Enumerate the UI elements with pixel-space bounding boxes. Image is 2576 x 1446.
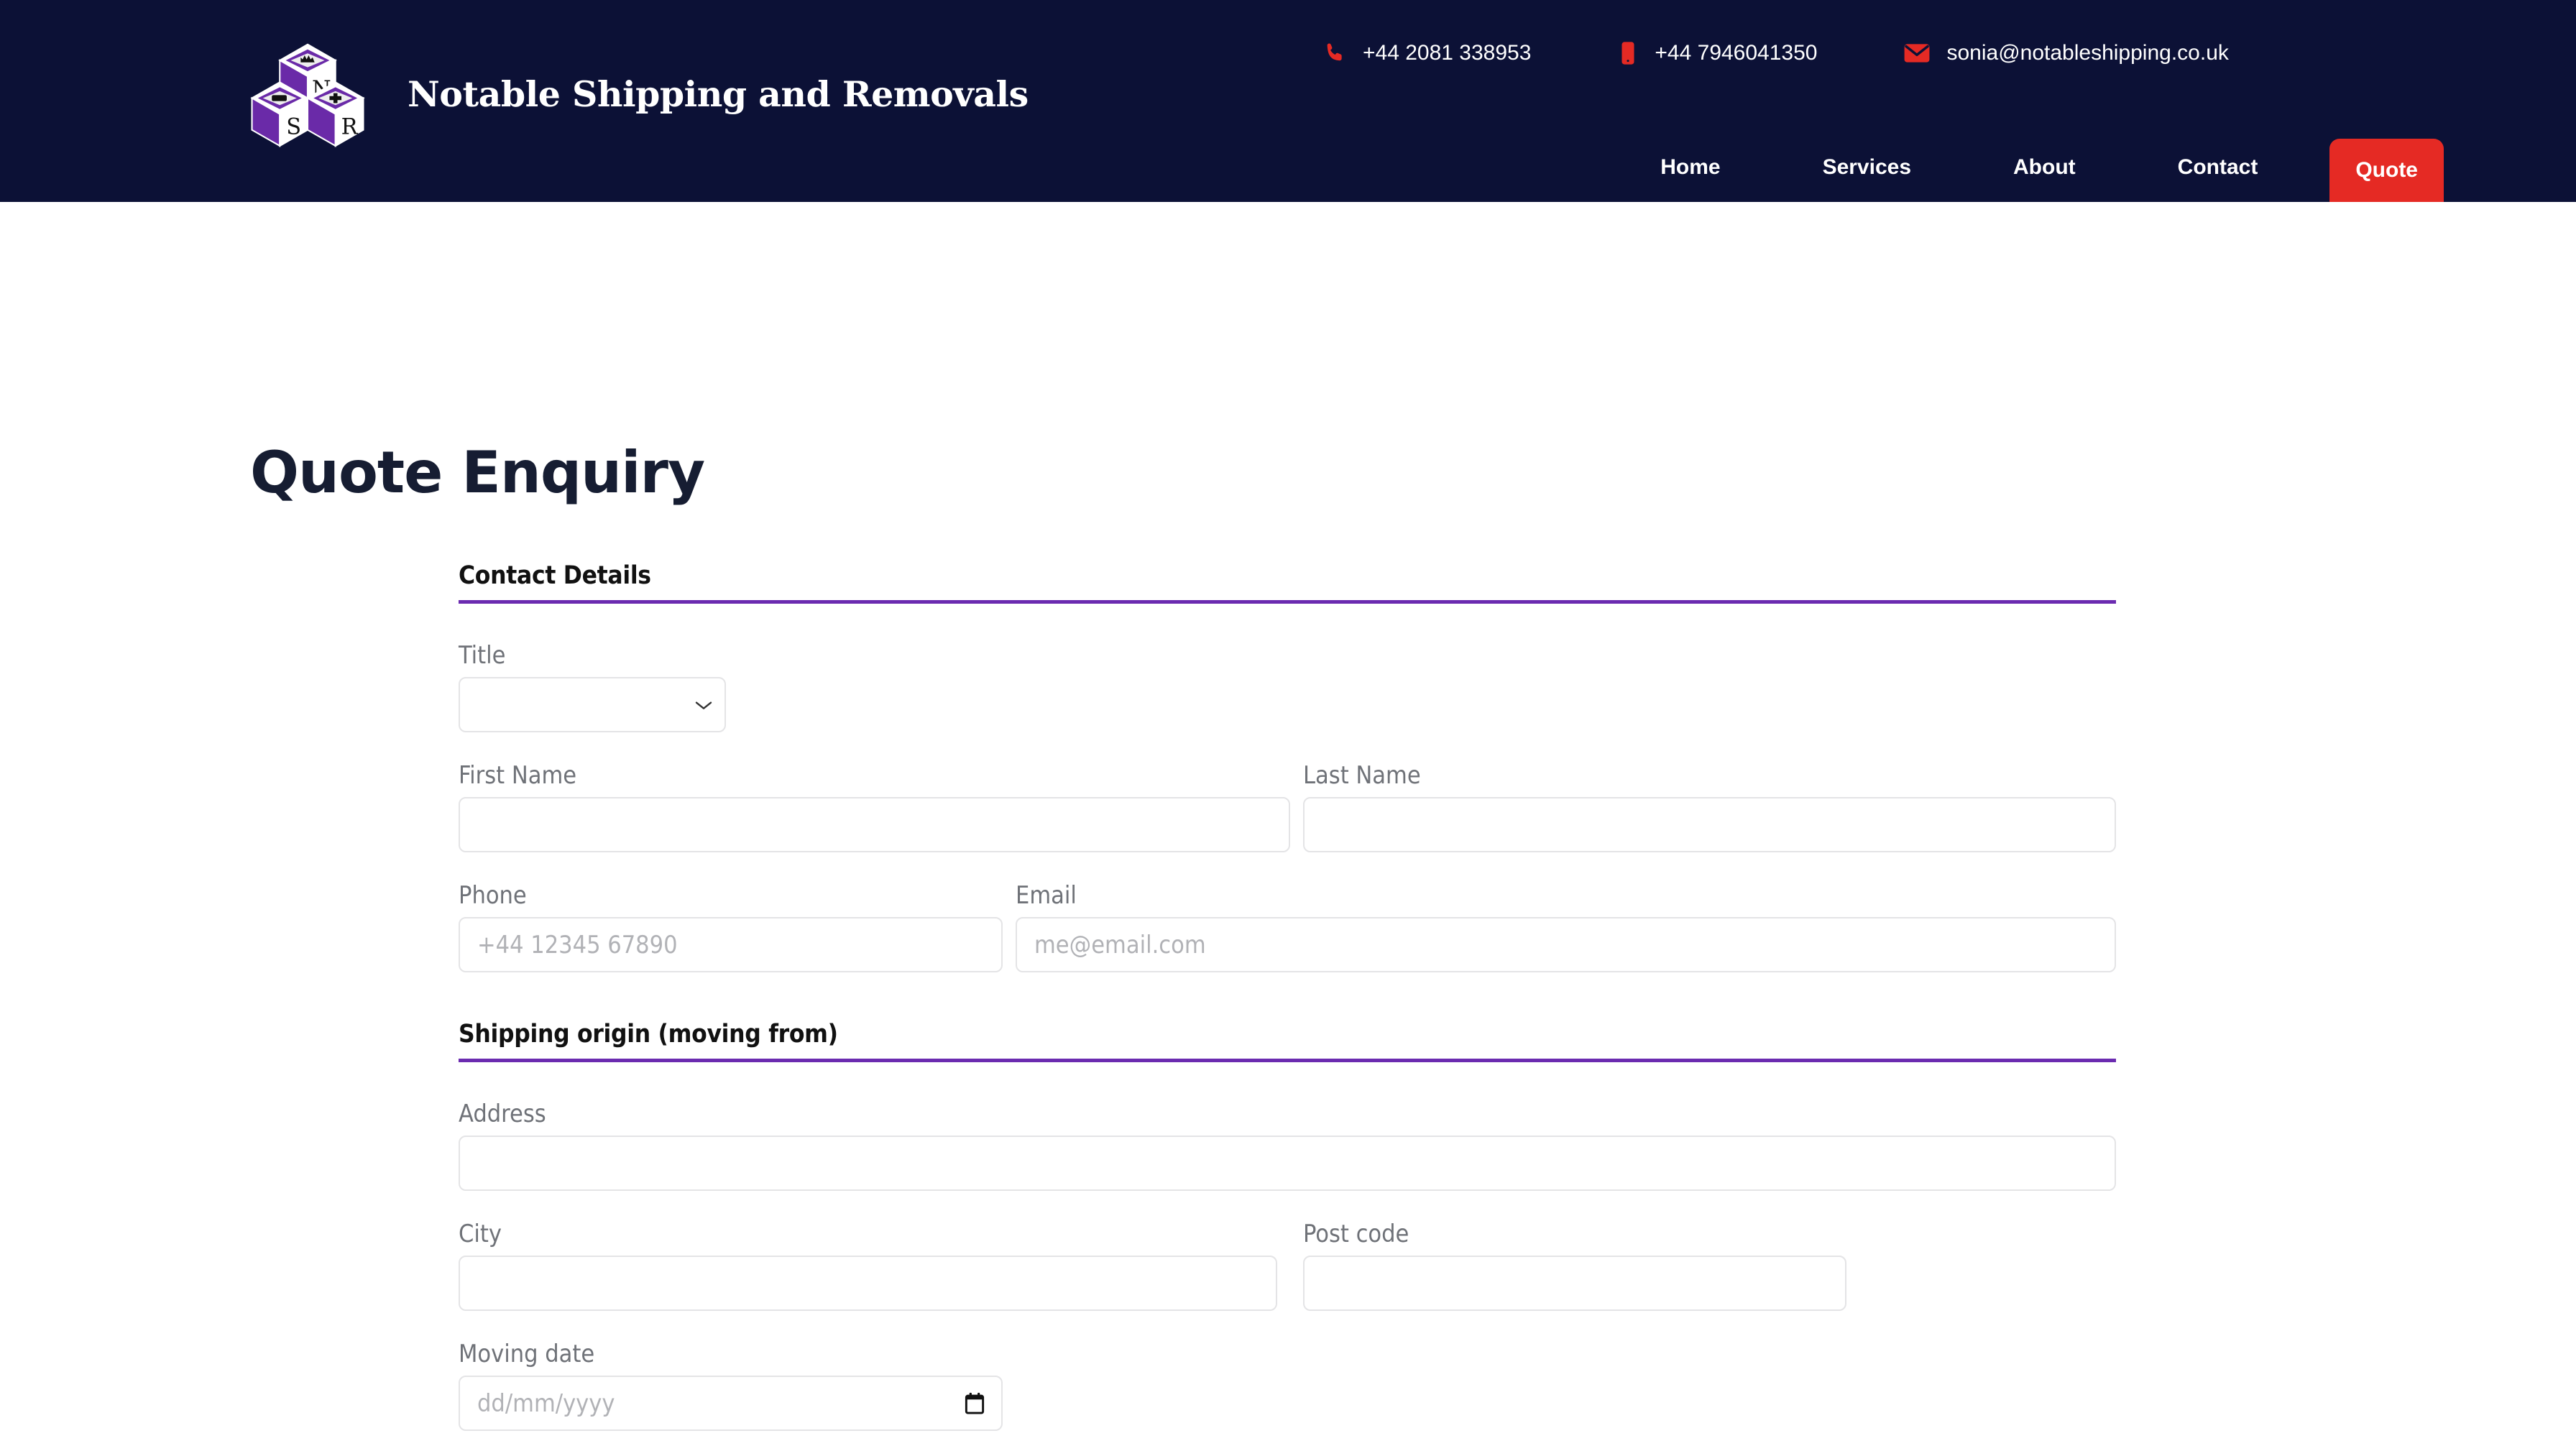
label-moving-date: Moving date xyxy=(459,1340,595,1368)
field-group-last-name: Last Name xyxy=(1290,761,2116,852)
brand-name: Notable Shipping and Removals xyxy=(408,73,1029,115)
nav-item-about[interactable]: About xyxy=(1983,133,2106,202)
nav-item-quote[interactable]: Quote xyxy=(2329,139,2444,202)
section-heading-contact-details: Contact Details xyxy=(459,561,651,590)
moving-date-input[interactable] xyxy=(459,1376,1003,1431)
title-select[interactable] xyxy=(459,677,726,732)
svg-text:S: S xyxy=(286,114,301,139)
phone-icon xyxy=(1327,43,1342,61)
section-divider xyxy=(459,1059,2116,1062)
label-origin-postcode: Post code xyxy=(1303,1220,1409,1248)
last-name-input[interactable] xyxy=(1303,797,2116,852)
nav-item-contact[interactable]: Contact xyxy=(2148,133,2288,202)
origin-postcode-input[interactable] xyxy=(1303,1256,1846,1311)
label-email: Email xyxy=(1016,881,1077,910)
contact-email[interactable]: sonia@notableshipping.co.uk xyxy=(1903,41,2229,65)
contact-email-text: sonia@notableshipping.co.uk xyxy=(1946,41,2229,65)
email-icon xyxy=(1905,44,1930,63)
origin-city-input[interactable] xyxy=(459,1256,1277,1311)
contact-mobile[interactable]: +44 7946041350 xyxy=(1617,41,1817,65)
first-name-input[interactable] xyxy=(459,797,1290,852)
label-title: Title xyxy=(459,641,506,670)
label-origin-address: Address xyxy=(459,1100,546,1128)
field-group-origin-city: City xyxy=(459,1220,1290,1311)
field-group-email: Email xyxy=(1016,881,2116,972)
svg-text:R: R xyxy=(341,114,359,139)
label-origin-city: City xyxy=(459,1220,502,1248)
phone-input[interactable] xyxy=(459,917,1003,972)
main-navigation: Home Services About Contact Quote xyxy=(1279,133,2576,202)
section-divider xyxy=(459,600,2116,604)
label-first-name: First Name xyxy=(459,761,577,790)
quote-enquiry-form: Contact Details Title First Name Last Na… xyxy=(459,561,2116,1446)
page-title: Quote Enquiry xyxy=(250,439,705,506)
field-row-names: First Name Last Name xyxy=(459,761,2116,852)
section-heading-shipping-origin: Shipping origin (moving from) xyxy=(459,1020,838,1049)
contact-phone[interactable]: +44 2081 338953 xyxy=(1322,41,1531,65)
site-header: N S R Notable Shipping and Removals +44 … xyxy=(0,0,2576,202)
field-row-origin-city-postcode: City Post code xyxy=(459,1220,2116,1311)
field-group-first-name: First Name xyxy=(459,761,1290,852)
mobile-icon xyxy=(1622,42,1634,65)
section-shipping-origin: Shipping origin (moving from) xyxy=(459,1020,2116,1062)
field-group-phone: Phone xyxy=(459,881,1016,972)
header-contact-strip: +44 2081 338953 +44 7946041350 sonia@not… xyxy=(1322,41,2229,65)
label-phone: Phone xyxy=(459,881,527,910)
field-group-origin-address: Address xyxy=(459,1100,2116,1191)
stacked-cubes-logo-icon: N S R xyxy=(250,43,365,147)
contact-mobile-text: +44 7946041350 xyxy=(1655,41,1818,65)
label-last-name: Last Name xyxy=(1303,761,1421,790)
section-contact-details: Contact Details xyxy=(459,561,2116,604)
field-group-title: Title xyxy=(459,641,2116,732)
field-group-origin-postcode: Post code xyxy=(1290,1220,1846,1311)
brand-logo-link[interactable]: N S R Notable Shipping and Removals xyxy=(248,34,1029,154)
nav-item-services[interactable]: Services xyxy=(1793,133,1941,202)
email-input[interactable] xyxy=(1016,917,2116,972)
origin-address-input[interactable] xyxy=(459,1136,2116,1191)
field-row-phone-email: Phone Email xyxy=(459,881,2116,972)
contact-phone-text: +44 2081 338953 xyxy=(1363,41,1532,65)
nav-item-home[interactable]: Home xyxy=(1630,133,1750,202)
field-group-moving-date: Moving date xyxy=(459,1340,2116,1431)
